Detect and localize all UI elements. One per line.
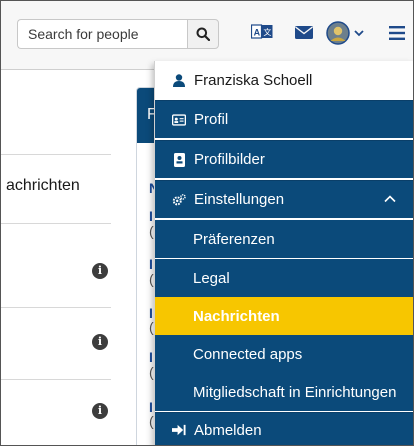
menu-item-label: Connected apps [193,345,303,363]
menu-item-einstellungen[interactable]: Einstellungen [155,180,413,218]
info-icon[interactable]: i [92,334,108,350]
portrait-icon [172,152,186,167]
menu-item-label: Legal [193,269,230,287]
top-navbar: A 文 [1,1,413,70]
menu-item-label: Einstellungen [194,191,285,208]
envelope-icon [295,26,313,39]
search-icon [196,27,210,41]
sign-out-icon [172,423,186,437]
menu-item-legal[interactable]: Legal [155,259,413,297]
menu-item-profil[interactable]: Profil [155,100,413,138]
menu-item-praferenzen[interactable]: Präferenzen [155,220,413,258]
menu-item-abmelden[interactable]: Abmelden [155,412,413,445]
svg-text:A: A [254,27,261,37]
avatar [326,21,350,45]
chevron-down-icon [354,30,364,37]
divider [1,223,111,224]
menu-item-mitgliedschaft[interactable]: Mitgliedschaft in Einrichtungen [155,373,413,411]
translate-button[interactable]: A 文 [251,24,273,40]
messages-button[interactable] [295,26,313,39]
menu-item-label: Profil [194,111,229,128]
divider [1,307,111,308]
menu-item-label: Präferenzen [193,230,275,248]
menu-item-label: Abmelden [194,421,262,439]
menu-item-nachrichten[interactable]: Nachrichten [155,297,413,335]
svg-text:文: 文 [263,27,271,37]
divider [1,379,111,380]
page-heading: achrichten [6,177,80,194]
search-input[interactable] [17,19,187,49]
menu-item-username[interactable]: Franziska Schoell [155,61,413,99]
menu-item-connected-apps[interactable]: Connected apps [155,335,413,373]
user-dropdown-menu: Franziska Schoell Profil Profilbilder Ei… [154,61,413,445]
menu-icon [389,26,405,40]
user-icon [172,73,186,87]
app-window: A 文 [0,0,414,446]
user-menu-toggle[interactable] [326,21,364,45]
menu-item-profilbilder[interactable]: Profilbilder [155,140,413,178]
menu-item-label: Mitgliedschaft in Einrichtungen [193,383,397,401]
chevron-up-icon [384,195,396,203]
id-card-icon [172,113,186,127]
info-icon[interactable]: i [92,403,108,419]
menu-item-label: Profilbilder [194,151,265,168]
main-menu-button[interactable] [389,26,405,40]
search-button[interactable] [187,19,219,49]
info-icon[interactable]: i [92,263,108,279]
cogs-icon [172,193,186,207]
menu-item-label: Nachrichten [193,307,280,325]
divider [1,154,111,155]
translate-icon: A 文 [251,24,273,39]
menu-item-label: Franziska Schoell [194,71,313,89]
